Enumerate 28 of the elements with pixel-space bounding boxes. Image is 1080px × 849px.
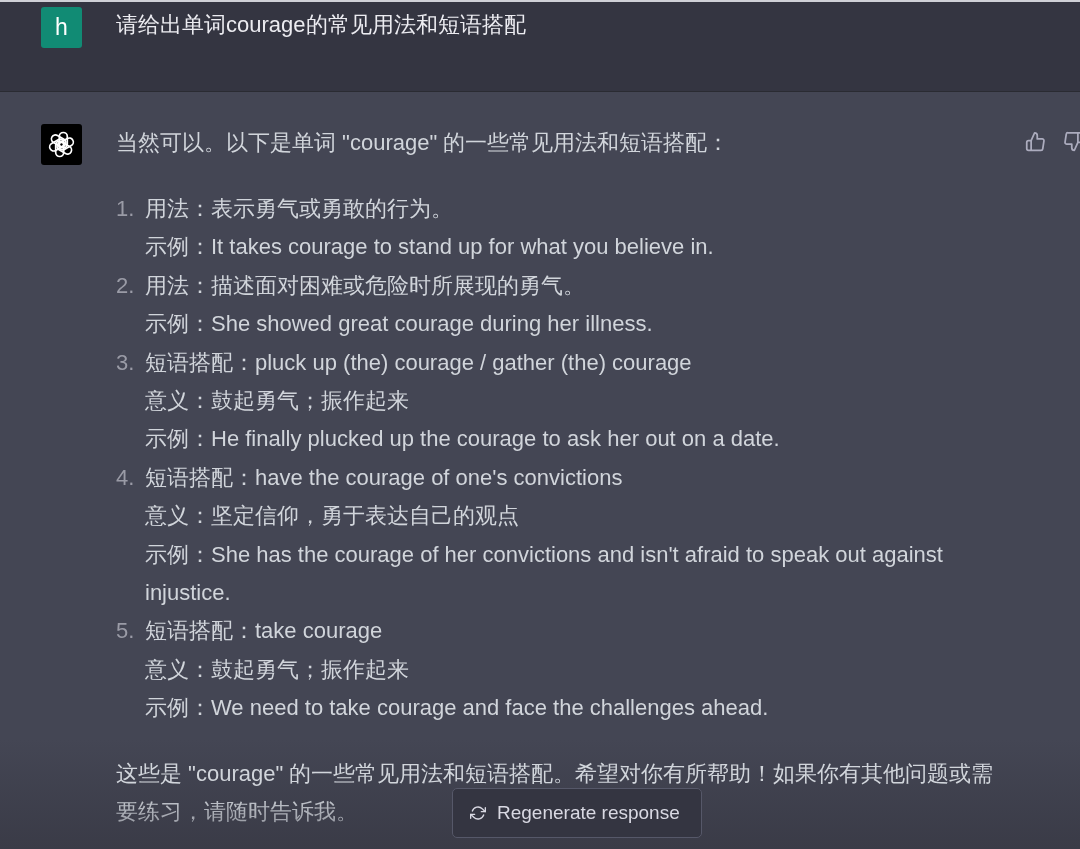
list-item-text: 用法：表示勇气或勇敢的行为。 [145,194,453,223]
list-item-text: 短语搭配：pluck up (the) courage / gather (the) courage [145,348,692,377]
list-item-text: 意义：坚定信仰，勇于表达自己的观点 [145,502,519,531]
knot-logo-icon [41,124,82,165]
list-number: 3. [116,349,135,375]
list-item-text: 短语搭配：have the courage of one's convictions [145,463,623,492]
message-paragraph: 当然可以。以下是单词 "courage" 的一些常见用法和短语搭配： [116,129,730,157]
list-item-text: 示例：He finally plucked up the courage to ask her out on a date. [145,425,780,454]
list-item-text: 示例：It takes courage to stand up for what you believe in. [145,233,714,262]
thumbs-down-icon[interactable] [1063,131,1080,152]
list-number: 4. [116,464,135,490]
list-item-text: 示例：We need to take courage and face the challenges ahead. [145,694,769,723]
list-item-text: 示例：She has the courage of her convictions and isn't afraid to speak out against injustice. [145,540,944,607]
list-item-text: 用法：描述面对困难或危险时所展现的勇气。 [145,271,585,300]
list-number: 1. [116,195,135,221]
message-text-line: 要练习，请随时告诉我。 [116,798,358,826]
regenerate-button[interactable]: Regenerate response [452,788,702,838]
list-number: 2. [116,272,135,298]
list-number: 5. [116,618,135,644]
thumbs-up-icon[interactable] [1025,131,1046,152]
list-item-text: 意义：鼓起勇气；振作起来 [145,655,409,684]
list-item-text: 短语搭配：take courage [145,617,383,646]
refresh-icon [470,805,486,821]
list-item-text: 示例：She showed great courage during her illness. [145,310,653,339]
user-message-text: 请给出单词courage的常见用法和短语搭配 [116,11,526,39]
message-text-line: 这些是 "courage" 的一些常见用法和短语搭配。希望对你有所帮助！如果你有其他问题或需 [116,759,994,788]
list-item-text: 意义：鼓起勇气；振作起来 [145,386,409,415]
user-avatar: h [41,7,82,48]
